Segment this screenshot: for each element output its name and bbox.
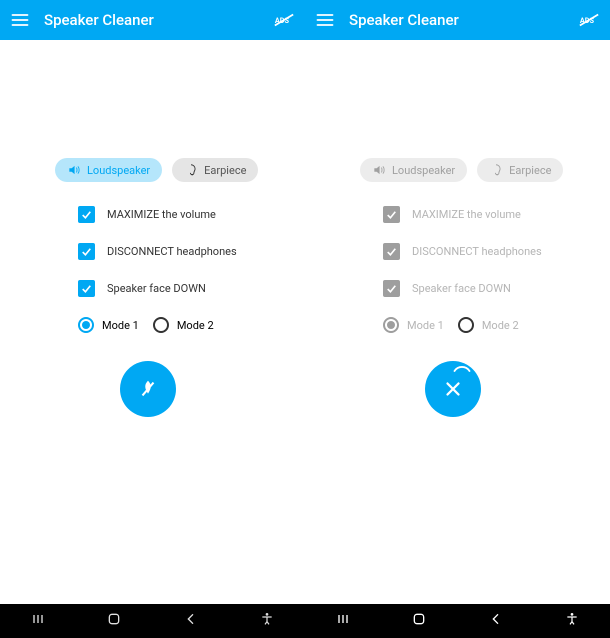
radio-mode2[interactable] — [153, 317, 169, 333]
checkbox-icon — [383, 280, 400, 297]
home-icon[interactable] — [411, 611, 427, 631]
earpiece-label: Earpiece — [509, 164, 551, 177]
screen-running: Speaker Cleaner ADS Loudspeaker Earpiece… — [305, 0, 610, 638]
recents-icon[interactable] — [30, 611, 46, 631]
check-facedown[interactable]: Speaker face DOWN — [78, 280, 206, 297]
check-label: DISCONNECT headphones — [412, 245, 542, 258]
no-ads-icon[interactable]: ADS — [578, 9, 600, 31]
menu-icon[interactable] — [315, 10, 335, 30]
check-disconnect: DISCONNECT headphones — [383, 243, 542, 260]
check-label: Speaker face DOWN — [412, 282, 511, 295]
app-bar: Speaker Cleaner ADS — [305, 0, 610, 40]
nav-right — [305, 611, 610, 631]
mode2-label: Mode 2 — [482, 319, 519, 332]
mode1-label: Mode 1 — [102, 319, 139, 332]
main-content: Loudspeaker Earpiece MAXIMIZE the volume… — [305, 40, 610, 638]
checkbox-icon — [78, 206, 95, 223]
screen-idle: Speaker Cleaner ADS Loudspeaker Earpiece… — [0, 0, 305, 638]
stop-clean-button[interactable] — [425, 361, 481, 417]
nav-left — [0, 611, 305, 631]
earpiece-pill: Earpiece — [477, 158, 563, 182]
checkbox-icon — [78, 243, 95, 260]
check-label: Speaker face DOWN — [107, 282, 206, 295]
check-facedown: Speaker face DOWN — [383, 280, 511, 297]
app-title: Speaker Cleaner — [349, 11, 578, 29]
output-selector: Loudspeaker Earpiece — [360, 158, 563, 182]
checkbox-icon — [78, 280, 95, 297]
earpiece-pill[interactable]: Earpiece — [172, 158, 258, 182]
check-disconnect[interactable]: DISCONNECT headphones — [78, 243, 237, 260]
menu-icon[interactable] — [10, 10, 30, 30]
recents-icon[interactable] — [335, 611, 351, 631]
check-label: DISCONNECT headphones — [107, 245, 237, 258]
loudspeaker-pill: Loudspeaker — [360, 158, 467, 182]
radio-mode1[interactable] — [78, 317, 94, 333]
mode2-label: Mode 2 — [177, 319, 214, 332]
main-content: Loudspeaker Earpiece MAXIMIZE the volume… — [0, 40, 305, 638]
app-bar: Speaker Cleaner ADS — [0, 0, 305, 40]
system-nav-bar — [0, 604, 610, 638]
output-selector: Loudspeaker Earpiece — [55, 158, 258, 182]
back-icon[interactable] — [183, 611, 199, 631]
loudspeaker-pill[interactable]: Loudspeaker — [55, 158, 162, 182]
loudspeaker-label: Loudspeaker — [392, 164, 455, 177]
app-title: Speaker Cleaner — [44, 11, 273, 29]
mode-selector: Mode 1 Mode 2 — [383, 317, 529, 333]
radio-mode2 — [458, 317, 474, 333]
accessibility-icon[interactable] — [564, 611, 580, 631]
accessibility-icon[interactable] — [259, 611, 275, 631]
check-maximize[interactable]: MAXIMIZE the volume — [78, 206, 216, 223]
start-clean-button[interactable] — [120, 361, 176, 417]
loudspeaker-label: Loudspeaker — [87, 164, 150, 177]
checkbox-icon — [383, 206, 400, 223]
earpiece-label: Earpiece — [204, 164, 246, 177]
check-label: MAXIMIZE the volume — [107, 208, 216, 221]
home-icon[interactable] — [106, 611, 122, 631]
back-icon[interactable] — [488, 611, 504, 631]
radio-mode1 — [383, 317, 399, 333]
mode-selector: Mode 1 Mode 2 — [78, 317, 224, 333]
checkbox-icon — [383, 243, 400, 260]
mode1-label: Mode 1 — [407, 319, 444, 332]
no-ads-icon[interactable]: ADS — [273, 9, 295, 31]
check-label: MAXIMIZE the volume — [412, 208, 521, 221]
check-maximize: MAXIMIZE the volume — [383, 206, 521, 223]
